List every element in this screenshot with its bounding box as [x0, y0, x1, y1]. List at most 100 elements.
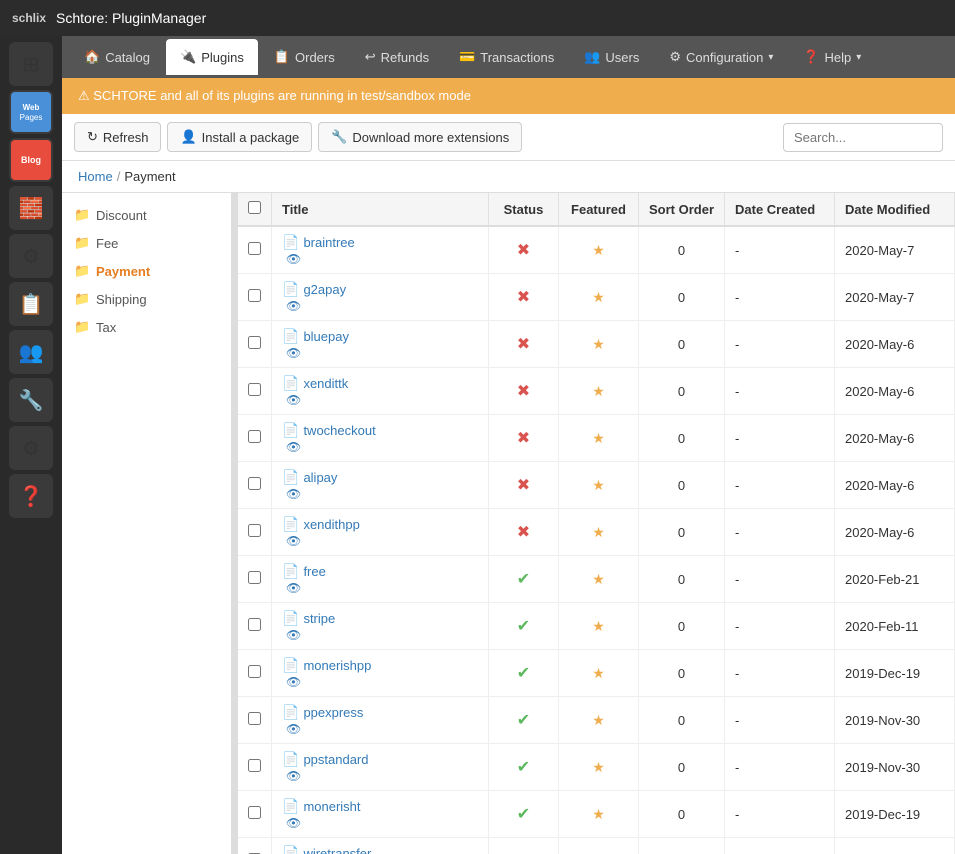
eye-icon[interactable]: 👁 [286, 299, 301, 313]
status-cell[interactable]: ✖ [488, 509, 558, 556]
featured-cell[interactable]: ★ [558, 603, 638, 650]
plugin-link[interactable]: 📄 free [282, 563, 478, 580]
col-select-all[interactable] [238, 193, 272, 226]
featured-star-icon[interactable]: ★ [592, 430, 605, 446]
eye-icon[interactable]: 👁 [286, 346, 301, 360]
featured-cell[interactable]: ★ [558, 509, 638, 556]
featured-star-icon[interactable]: ★ [592, 571, 605, 587]
category-discount[interactable]: 📁 Discount [62, 201, 231, 229]
install-package-button[interactable]: 👤 Install a package [167, 122, 312, 152]
status-cell[interactable]: ✖ [488, 321, 558, 368]
row-checkbox[interactable] [248, 806, 261, 819]
sidebar-icon-help[interactable]: ❓ [9, 474, 53, 518]
plugin-link[interactable]: 📄 monerishpp [282, 657, 478, 674]
plugin-link[interactable]: 📄 stripe [282, 610, 478, 627]
row-checkbox[interactable] [248, 289, 261, 302]
breadcrumb-home[interactable]: Home [78, 169, 113, 184]
featured-cell[interactable]: ★ [558, 274, 638, 321]
sidebar-icon-blog[interactable]: Blog [9, 138, 53, 182]
tab-refunds[interactable]: ↩ Refunds [351, 39, 443, 75]
eye-icon[interactable]: 👁 [286, 440, 301, 454]
plugin-link[interactable]: 📄 wiretransfer [282, 845, 478, 854]
sidebar-icon-tools[interactable]: 🔧 [9, 378, 53, 422]
row-checkbox-cell[interactable] [238, 415, 272, 462]
row-checkbox[interactable] [248, 477, 261, 490]
row-checkbox-cell[interactable] [238, 603, 272, 650]
featured-star-icon[interactable]: ★ [592, 712, 605, 728]
tab-catalog[interactable]: 🏠 Catalog [70, 39, 164, 75]
status-cell[interactable]: ✖ [488, 226, 558, 274]
row-checkbox[interactable] [248, 571, 261, 584]
plugin-link[interactable]: 📄 monerisht [282, 798, 478, 815]
row-checkbox[interactable] [248, 383, 261, 396]
plugin-link[interactable]: 📄 braintree [282, 234, 478, 251]
refresh-button[interactable]: ↻ Refresh [74, 122, 161, 152]
sidebar-icon-settings[interactable]: ⚙ [9, 426, 53, 470]
row-checkbox[interactable] [248, 618, 261, 631]
tab-transactions[interactable]: 💳 Transactions [445, 39, 568, 75]
featured-star-icon[interactable]: ★ [592, 524, 605, 540]
row-checkbox-cell[interactable] [238, 509, 272, 556]
select-all-checkbox[interactable] [248, 201, 261, 214]
tab-help[interactable]: ❓ Help ▾ [789, 39, 875, 75]
featured-cell[interactable]: ★ [558, 368, 638, 415]
status-cell[interactable]: ✖ [488, 274, 558, 321]
eye-icon[interactable]: 👁 [286, 769, 301, 783]
status-cell[interactable]: ✔ [488, 697, 558, 744]
featured-star-icon[interactable]: ★ [592, 242, 605, 258]
sidebar-icon-webpages[interactable]: Web Pages [9, 90, 53, 134]
featured-star-icon[interactable]: ★ [592, 383, 605, 399]
row-checkbox[interactable] [248, 524, 261, 537]
status-cell[interactable]: ✔ [488, 556, 558, 603]
plugin-link[interactable]: 📄 bluepay [282, 328, 478, 345]
sidebar-icon-macro[interactable]: ⚙ [9, 234, 53, 278]
plugin-link[interactable]: 📄 g2apay [282, 281, 478, 298]
featured-cell[interactable]: ★ [558, 556, 638, 603]
row-checkbox-cell[interactable] [238, 462, 272, 509]
row-checkbox-cell[interactable] [238, 226, 272, 274]
eye-icon[interactable]: 👁 [286, 722, 301, 736]
featured-cell[interactable]: ★ [558, 415, 638, 462]
row-checkbox[interactable] [248, 430, 261, 443]
sidebar-icon-menu[interactable]: 📋 [9, 282, 53, 326]
row-checkbox[interactable] [248, 336, 261, 349]
status-cell[interactable]: ✔ [488, 838, 558, 854]
featured-cell[interactable]: ★ [558, 321, 638, 368]
row-checkbox[interactable] [248, 759, 261, 772]
row-checkbox-cell[interactable] [238, 556, 272, 603]
tab-configuration[interactable]: ⚙ Configuration ▾ [655, 39, 787, 75]
row-checkbox-cell[interactable] [238, 650, 272, 697]
status-cell[interactable]: ✔ [488, 791, 558, 838]
featured-star-icon[interactable]: ★ [592, 665, 605, 681]
row-checkbox-cell[interactable] [238, 744, 272, 791]
eye-icon[interactable]: 👁 [286, 628, 301, 642]
featured-cell[interactable]: ★ [558, 697, 638, 744]
featured-star-icon[interactable]: ★ [592, 336, 605, 352]
plugin-link[interactable]: 📄 ppstandard [282, 751, 478, 768]
status-cell[interactable]: ✔ [488, 744, 558, 791]
row-checkbox-cell[interactable] [238, 838, 272, 854]
sidebar-icon-grid[interactable]: ⊞ [9, 42, 53, 86]
row-checkbox-cell[interactable] [238, 791, 272, 838]
category-fee[interactable]: 📁 Fee [62, 229, 231, 257]
eye-icon[interactable]: 👁 [286, 487, 301, 501]
featured-star-icon[interactable]: ★ [592, 289, 605, 305]
sidebar-icon-blocks[interactable]: 🧱 [9, 186, 53, 230]
plugin-link[interactable]: 📄 twocheckout [282, 422, 478, 439]
row-checkbox[interactable] [248, 712, 261, 725]
row-checkbox-cell[interactable] [238, 321, 272, 368]
tab-plugins[interactable]: 🔌 Plugins [166, 39, 258, 75]
row-checkbox[interactable] [248, 665, 261, 678]
category-shipping[interactable]: 📁 Shipping [62, 285, 231, 313]
status-cell[interactable]: ✖ [488, 462, 558, 509]
status-cell[interactable]: ✔ [488, 650, 558, 697]
featured-cell[interactable]: ★ [558, 791, 638, 838]
eye-icon[interactable]: 👁 [286, 581, 301, 595]
eye-icon[interactable]: 👁 [286, 252, 301, 266]
featured-cell[interactable]: ★ [558, 838, 638, 854]
category-tax[interactable]: 📁 Tax [62, 313, 231, 341]
row-checkbox-cell[interactable] [238, 368, 272, 415]
tab-orders[interactable]: 📋 Orders [260, 39, 349, 75]
row-checkbox[interactable] [248, 242, 261, 255]
featured-star-icon[interactable]: ★ [592, 618, 605, 634]
